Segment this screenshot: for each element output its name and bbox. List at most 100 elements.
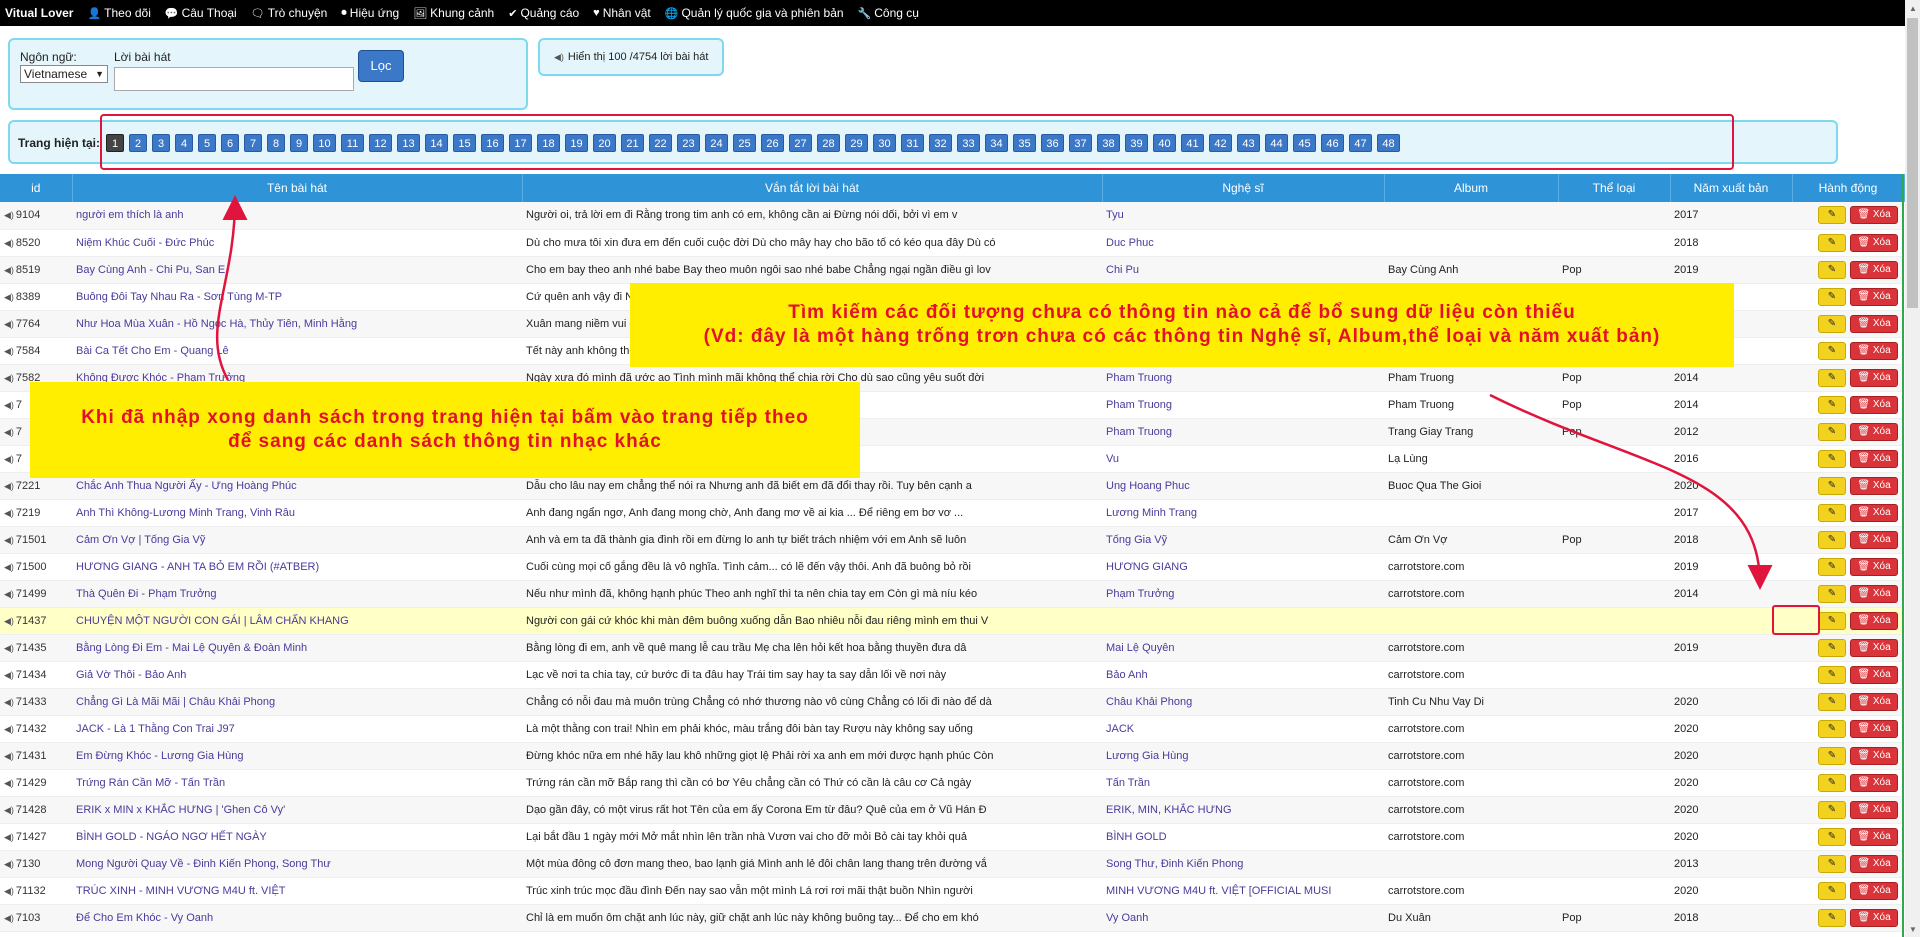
page-button-14[interactable]: 14 (425, 134, 448, 152)
song-title-link[interactable]: Em Đừng Khóc - Lương Gia Hùng (76, 750, 243, 762)
edit-icon[interactable]: ✎ (1818, 368, 1846, 387)
edit-icon[interactable]: ✎ (1818, 854, 1846, 873)
page-button-37[interactable]: 37 (1069, 134, 1092, 152)
delete-button[interactable]: 🗑 Xóa (1850, 476, 1898, 495)
page-button-25[interactable]: 25 (733, 134, 756, 152)
nav-item-5[interactable]: ✔ Quảng cáo (508, 6, 579, 20)
page-button-18[interactable]: 18 (537, 134, 560, 152)
song-title-link[interactable]: Như Hoa Mùa Xuân - Hồ Ngọc Hà, Thủy Tiên… (76, 318, 357, 330)
edit-icon[interactable]: ✎ (1818, 692, 1846, 711)
song-title-link[interactable]: Mong Người Quay Về - Đinh Kiến Phong, So… (76, 858, 331, 870)
page-button-41[interactable]: 41 (1181, 134, 1204, 152)
page-button-13[interactable]: 13 (397, 134, 420, 152)
song-title-link[interactable]: Trứng Rán Cần Mỡ - Tấn Trần (76, 777, 225, 789)
edit-icon[interactable]: ✎ (1818, 827, 1846, 846)
edit-icon[interactable]: ✎ (1818, 314, 1846, 333)
page-button-26[interactable]: 26 (761, 134, 784, 152)
page-button-3[interactable]: 3 (152, 134, 170, 152)
edit-icon[interactable]: ✎ (1818, 557, 1846, 576)
delete-button[interactable]: 🗑 Xóa (1850, 827, 1898, 846)
delete-button[interactable]: 🗑 Xóa (1850, 665, 1898, 684)
delete-button[interactable]: 🗑 Xóa (1850, 584, 1898, 603)
page-button-20[interactable]: 20 (593, 134, 616, 152)
page-button-33[interactable]: 33 (957, 134, 980, 152)
nav-item-3[interactable]: ⏺ Hiệu ứng (341, 6, 399, 20)
page-button-22[interactable]: 22 (649, 134, 672, 152)
page-button-7[interactable]: 7 (244, 134, 262, 152)
nav-item-2[interactable]: 🗨 Trò chuyện (251, 6, 328, 20)
page-button-2[interactable]: 2 (129, 134, 147, 152)
page-button-45[interactable]: 45 (1293, 134, 1316, 152)
edit-icon[interactable]: ✎ (1818, 341, 1846, 360)
delete-button[interactable]: 🗑 Xóa (1850, 557, 1898, 576)
table-row[interactable]: ◀) 9104 người em thích là anh Người oi, trả… (0, 202, 1904, 230)
edit-icon[interactable]: ✎ (1818, 908, 1846, 927)
page-button-17[interactable]: 17 (509, 134, 532, 152)
column-header[interactable]: Hành động (1792, 174, 1905, 202)
page-button-12[interactable]: 12 (369, 134, 392, 152)
table-row[interactable]: ◀) 71434 Giả Vờ Thôi - Bảo Anh Lạc về nơi t… (0, 661, 1904, 689)
edit-icon[interactable]: ✎ (1818, 476, 1846, 495)
delete-button[interactable]: 🗑 Xóa (1850, 422, 1898, 441)
song-title-link[interactable]: BÌNH GOLD - NGÁO NGƠ HẾT NGÀY (76, 831, 267, 843)
delete-button[interactable]: 🗑 Xóa (1850, 881, 1898, 900)
edit-icon[interactable]: ✎ (1818, 260, 1846, 279)
page-button-47[interactable]: 47 (1349, 134, 1372, 152)
page-button-19[interactable]: 19 (565, 134, 588, 152)
delete-button[interactable]: 🗑 Xóa (1850, 611, 1898, 630)
scrollbar-thumb[interactable] (1907, 18, 1918, 308)
page-button-15[interactable]: 15 (453, 134, 476, 152)
song-title-link[interactable]: TRÚC XINH - MINH VƯƠNG M4U ft. VIỆT (76, 885, 286, 897)
column-header[interactable]: Năm xuất bản (1670, 174, 1793, 202)
edit-icon[interactable]: ✎ (1818, 449, 1846, 468)
delete-button[interactable]: 🗑 Xóa (1850, 719, 1898, 738)
delete-button[interactable]: 🗑 Xóa (1850, 368, 1898, 387)
nav-item-8[interactable]: 🔧 Công cụ (858, 6, 919, 20)
page-button-42[interactable]: 42 (1209, 134, 1232, 152)
page-button-4[interactable]: 4 (175, 134, 193, 152)
table-row[interactable]: ◀) 71501 Cảm Ơn Vợ | Tống Gia Vỹ Anh và em … (0, 526, 1904, 554)
delete-button[interactable]: 🗑 Xóa (1850, 692, 1898, 711)
column-header[interactable]: Tên bài hát (72, 174, 523, 202)
scroll-down-icon[interactable]: ▼ (1909, 925, 1917, 934)
scroll-up-icon[interactable]: ▲ (1909, 4, 1917, 13)
page-button-6[interactable]: 6 (221, 134, 239, 152)
page-button-34[interactable]: 34 (985, 134, 1008, 152)
nav-item-7[interactable]: 🌐 Quản lý quốc gia và phiên bản (665, 6, 844, 20)
edit-icon[interactable]: ✎ (1818, 638, 1846, 657)
page-button-30[interactable]: 30 (873, 134, 896, 152)
song-title-link[interactable]: HƯƠNG GIANG - ANH TA BỎ EM RỒI (#ATBER) (76, 561, 319, 573)
delete-button[interactable]: 🗑 Xóa (1850, 206, 1898, 225)
song-title-link[interactable]: ERIK x MIN x KHẮC HƯNG | 'Ghen Cô Vy' (76, 804, 285, 816)
table-row[interactable]: ◀) 71132 TRÚC XINH - MINH VƯƠNG M4U ft. VI… (0, 877, 1904, 905)
page-button-28[interactable]: 28 (817, 134, 840, 152)
page-button-31[interactable]: 31 (901, 134, 924, 152)
page-button-32[interactable]: 32 (929, 134, 952, 152)
delete-button[interactable]: 🗑 Xóa (1850, 233, 1898, 252)
edit-icon[interactable]: ✎ (1818, 773, 1846, 792)
edit-icon[interactable]: ✎ (1818, 233, 1846, 252)
delete-button[interactable]: 🗑 Xóa (1850, 287, 1898, 306)
delete-button[interactable]: 🗑 Xóa (1850, 314, 1898, 333)
edit-icon[interactable]: ✎ (1818, 422, 1846, 441)
table-row[interactable]: ◀) 71429 Trứng Rán Cần Mỡ - Tấn Trần Trứng … (0, 769, 1904, 797)
page-button-38[interactable]: 38 (1097, 134, 1120, 152)
page-button-43[interactable]: 43 (1237, 134, 1260, 152)
column-header[interactable]: Vắn tắt lời bài hát (522, 174, 1103, 202)
page-button-35[interactable]: 35 (1013, 134, 1036, 152)
page-button-10[interactable]: 10 (313, 134, 336, 152)
edit-icon[interactable]: ✎ (1818, 530, 1846, 549)
song-title-link[interactable]: CHUYỆN MỘT NGƯỜI CON GÁI | LÂM CHẤN KHAN… (76, 615, 349, 627)
delete-button[interactable]: 🗑 Xóa (1850, 800, 1898, 819)
edit-icon[interactable]: ✎ (1818, 881, 1846, 900)
table-row[interactable]: ◀) 71433 Chẳng Gì Là Mãi Mãi | Châu Khải P… (0, 688, 1904, 716)
song-title-link[interactable]: Bằng Lòng Đi Em - Mai Lệ Quyên & Đoàn Mi… (76, 642, 307, 654)
column-header[interactable]: Album (1384, 174, 1559, 202)
edit-icon[interactable]: ✎ (1818, 611, 1846, 630)
table-row[interactable]: ◀) 71427 BÌNH GOLD - NGÁO NGƠ HẾT NGÀY Lại … (0, 823, 1904, 851)
edit-icon[interactable]: ✎ (1818, 719, 1846, 738)
app-brand[interactable]: Vitual Lover (5, 6, 73, 20)
page-button-24[interactable]: 24 (705, 134, 728, 152)
song-title-link[interactable]: Cảm Ơn Vợ | Tống Gia Vỹ (76, 534, 205, 546)
nav-item-4[interactable]: 🖼 Khung cảnh (413, 6, 494, 20)
